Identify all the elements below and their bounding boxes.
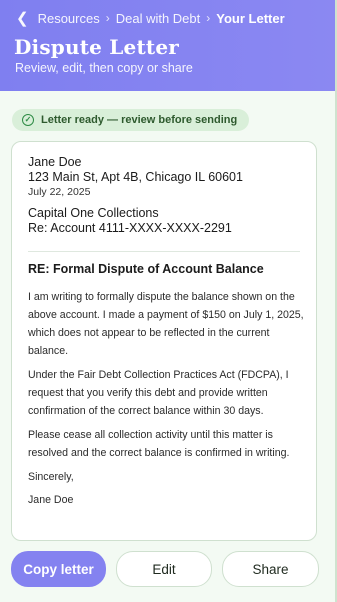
share-button[interactable]: Share [222, 551, 319, 587]
account-reference: Re: Account 4111-XXXX-XXXX-2291 [28, 221, 232, 235]
page-subtitle: Review, edit, then copy or share [15, 61, 193, 75]
letter-signature: Jane Doe [28, 494, 74, 506]
chevron-left-icon[interactable]: ❮ [16, 9, 29, 27]
check-circle-icon: ✓ [22, 114, 34, 126]
page-header: ❮ Resources › Deal with Debt › Your Lett… [0, 0, 337, 91]
recipient-name: Capital One Collections [28, 206, 159, 220]
copy-letter-button[interactable]: Copy letter [11, 551, 106, 587]
letter-closing: Sincerely, [28, 471, 74, 483]
letter-paragraph: Please cease all collection activity unt… [28, 429, 290, 459]
breadcrumb-current: Your Letter [216, 10, 285, 26]
status-badge: ✓ Letter ready — review before sending [12, 109, 250, 131]
letter-header: Jane Doe 123 Main St, Apt 4B, Chicago IL… [28, 155, 243, 236]
letter-date: July 22, 2025 [28, 186, 91, 198]
edit-button[interactable]: Edit [116, 551, 212, 587]
letter-body: I am writing to formally dispute the bal… [28, 288, 304, 515]
letter-divider [28, 251, 300, 252]
action-bar: Copy letter Edit Share [11, 551, 319, 588]
breadcrumb: ❮ Resources › Deal with Debt › Your Lett… [16, 9, 285, 27]
sender-name: Jane Doe [28, 155, 82, 169]
letter-paragraph: Under the Fair Debt Collection Practices… [28, 369, 289, 417]
breadcrumb-resources[interactable]: Resources [38, 11, 100, 26]
breadcrumb-deal-with-debt[interactable]: Deal with Debt [116, 11, 201, 26]
sender-address: 123 Main St, Apt 4B, Chicago IL 60601 [28, 170, 243, 184]
status-text: Letter ready — review before sending [41, 114, 238, 126]
letter-paragraph: I am writing to formally dispute the bal… [28, 291, 304, 357]
breadcrumb-separator: › [206, 11, 211, 25]
breadcrumb-separator: › [105, 11, 110, 25]
letter-subject: RE: Formal Dispute of Account Balance [28, 262, 264, 276]
letter-card: Jane Doe 123 Main St, Apt 4B, Chicago IL… [11, 141, 317, 541]
page-title: Dispute Letter [14, 35, 179, 59]
